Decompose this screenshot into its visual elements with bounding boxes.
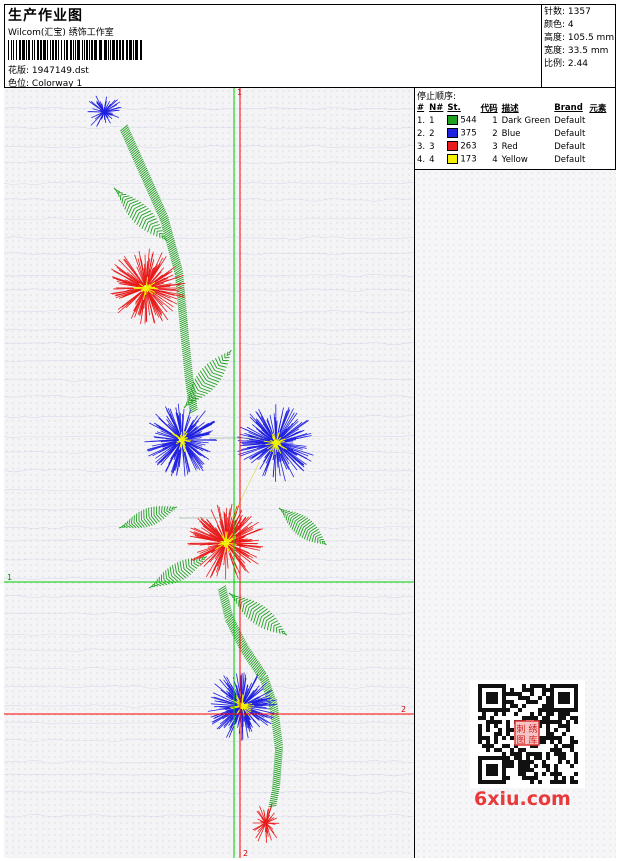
guide-label-right: 2 [401, 705, 406, 714]
row-brand: Default [554, 141, 586, 152]
col-needle: N# [429, 102, 444, 113]
table-row[interactable]: 4. 4 173 4 Yellow Default [416, 153, 609, 166]
stat-height: 高度: 105.5 mm [544, 33, 615, 43]
guide-label-bottom: 2 [243, 849, 248, 858]
svg-text:绣: 绣 [528, 723, 537, 735]
col-stitches: St. [447, 102, 461, 113]
stat-width: 宽度: 33.5 mm [544, 46, 609, 56]
stats-panel: 针数: 1357 颜色: 4 高度: 105.5 mm 宽度: 33.5 mm … [542, 4, 616, 88]
embroidery-preview: 1 1 2 2 [4, 88, 414, 858]
row-element [588, 140, 609, 153]
row-stitches: 544 [446, 114, 479, 127]
col-index: # [417, 102, 425, 113]
stat-stitches: 针数: 1357 [544, 7, 591, 17]
design-canvas[interactable]: 1 1 2 2 [4, 88, 415, 858]
color-swatch [447, 154, 459, 165]
stop-sequence-panel: 停止顺序: # N# St. 代码 描述 Brand 元素 1. 1 544 1 Dar… [415, 88, 616, 170]
row-code: 4 [492, 154, 498, 165]
row-brand: Default [554, 154, 586, 165]
sheet-title: 生产作业图 [8, 8, 83, 24]
row-needle: 3 [429, 141, 435, 152]
color-swatch [447, 141, 459, 152]
svg-text:刺: 刺 [516, 724, 525, 735]
stop-sequence-table: # N# St. 代码 描述 Brand 元素 1. 1 544 1 Dark Gree… [416, 101, 609, 166]
row-element [588, 127, 609, 140]
row-code: 3 [492, 141, 498, 152]
barcode [8, 40, 142, 60]
qr-code: 刺绣图库 [470, 680, 585, 788]
col-element: 元素 [589, 103, 607, 114]
row-index: 3. [417, 141, 426, 152]
row-index: 1. [417, 115, 426, 126]
row-brand: Default [554, 128, 586, 139]
sheet-header: 生产作业图 Wilcom(汇宝) 绣饰工作室 花版: 1947149.dst 色… [4, 4, 542, 89]
stat-colors: 颜色: 4 [544, 20, 574, 30]
row-needle: 2 [429, 128, 435, 139]
row-element [588, 114, 609, 127]
design-label: 花版: [8, 66, 30, 76]
stat-scale: 比例: 2.44 [544, 59, 588, 69]
guide-label-top: 1 [237, 88, 242, 97]
col-code: 代码 [480, 103, 498, 114]
row-description: Red [501, 141, 518, 152]
col-brand: Brand [554, 102, 583, 113]
row-needle: 1 [429, 115, 435, 126]
row-description: Dark Green [501, 115, 551, 126]
color-swatch [447, 128, 459, 139]
watermark-text: 6xiu.com [474, 788, 571, 810]
svg-text:图: 图 [516, 735, 525, 746]
table-row[interactable]: 3. 3 263 3 Red Default [416, 140, 609, 153]
col-description: 描述 [501, 103, 519, 114]
row-stitches: 263 [446, 140, 479, 153]
color-swatch [447, 115, 459, 126]
stitch-layer [4, 95, 414, 843]
table-row[interactable]: 2. 2 375 2 Blue Default [416, 127, 609, 140]
row-stitches: 173 [446, 153, 479, 166]
design-file-line: 花版: 1947149.dst [8, 63, 89, 76]
row-code: 1 [492, 115, 498, 126]
row-element [588, 153, 609, 166]
row-stitches: 375 [446, 127, 479, 140]
design-value: 1947149.dst [31, 66, 89, 76]
sheet-subtitle: Wilcom(汇宝) 绣饰工作室 [8, 28, 114, 38]
row-needle: 4 [429, 154, 435, 165]
row-index: 4. [417, 154, 426, 165]
table-header-row: # N# St. 代码 描述 Brand 元素 [416, 101, 609, 114]
row-index: 2. [417, 128, 426, 139]
table-row[interactable]: 1. 1 544 1 Dark Green Default [416, 114, 609, 127]
guide-label-left: 1 [7, 573, 12, 582]
row-description: Blue [501, 128, 521, 139]
row-code: 2 [492, 128, 498, 139]
row-description: Yellow [501, 154, 528, 165]
row-brand: Default [554, 115, 586, 126]
svg-text:库: 库 [528, 734, 537, 746]
